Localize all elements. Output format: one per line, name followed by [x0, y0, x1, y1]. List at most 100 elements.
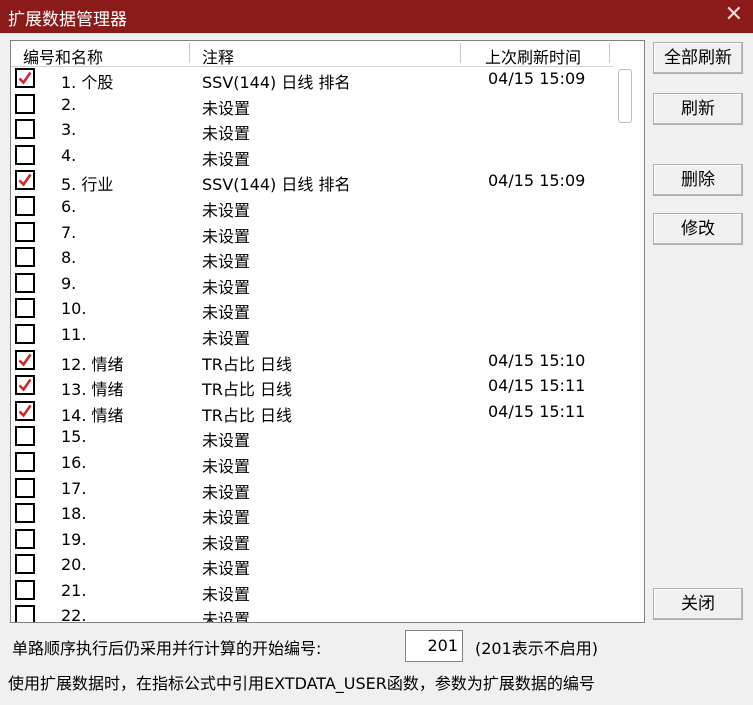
list-item[interactable]: 17. 未设置 [11, 476, 615, 502]
row-name: 14. 情绪 [61, 405, 124, 425]
refresh-all-button[interactable]: 全部刷新 [653, 42, 743, 74]
list-item[interactable]: 13. 情绪 TR占比 日线 04/15 15:11 [11, 373, 615, 399]
row-checkbox[interactable] [15, 579, 35, 600]
row-checkbox[interactable] [15, 93, 35, 114]
row-refresh-time: 04/15 15:10 [488, 350, 586, 370]
list-item[interactable]: 22. 未设置 [11, 603, 615, 623]
list-item[interactable]: 4. 未设置 [11, 143, 615, 169]
list-item[interactable]: 16. 未设置 [11, 450, 615, 476]
delete-button[interactable]: 删除 [653, 164, 743, 196]
row-note: 未设置 [202, 482, 251, 502]
checkmark-icon [18, 71, 32, 85]
row-note: SSV(144) 日线 排名 [202, 175, 351, 195]
row-note: 未设置 [202, 124, 251, 144]
parallel-start-label: 单路顺序执行后仍采用并行计算的开始编号: [12, 639, 322, 658]
title-bar: 扩展数据管理器 ✕ [0, 0, 753, 33]
column-divider[interactable] [460, 43, 461, 63]
refresh-button[interactable]: 刷新 [653, 93, 743, 125]
row-note: TR占比 日线 [202, 380, 292, 400]
row-name: 5. 行业 [61, 175, 114, 195]
row-note: 未设置 [202, 559, 251, 579]
row-note: 未设置 [202, 431, 251, 451]
row-checkbox[interactable] [15, 298, 35, 319]
column-divider[interactable] [189, 43, 190, 63]
scrollbar-thumb[interactable] [618, 69, 632, 123]
row-checkbox[interactable] [15, 195, 35, 216]
list-item[interactable]: 14. 情绪 TR占比 日线 04/15 15:11 [11, 399, 615, 425]
column-divider[interactable] [609, 43, 610, 63]
row-checkbox[interactable] [15, 68, 35, 88]
row-note: 未设置 [202, 303, 251, 323]
row-checkbox[interactable] [15, 400, 35, 421]
list-item[interactable]: 15. 未设置 [11, 424, 615, 450]
row-note: 未设置 [202, 252, 251, 272]
checkmark-icon [18, 378, 32, 392]
list-item[interactable]: 6. 未设置 [11, 194, 615, 220]
window-title: 扩展数据管理器 [8, 10, 127, 30]
row-name: 1. 个股 [61, 73, 114, 92]
list-item[interactable]: 19. 未设置 [11, 527, 615, 553]
row-checkbox[interactable] [15, 221, 35, 242]
row-name: 9. [61, 273, 77, 293]
row-note: 未设置 [202, 508, 251, 528]
list-item[interactable]: 5. 行业 SSV(144) 日线 排名 04/15 15:09 [11, 168, 615, 194]
column-header-name[interactable]: 编号和名称 [23, 44, 103, 68]
row-checkbox[interactable] [15, 119, 35, 140]
row-name: 22. [61, 606, 87, 623]
row-checkbox[interactable] [15, 554, 35, 575]
list-item[interactable]: 3. 未设置 [11, 117, 615, 143]
list-item[interactable]: 9. 未设置 [11, 271, 615, 297]
row-refresh-time: 04/15 15:09 [488, 171, 586, 191]
vertical-scrollbar[interactable] [615, 66, 643, 622]
parallel-start-input[interactable]: 201 [405, 630, 463, 662]
column-header-time[interactable]: 上次刷新时间 [485, 44, 581, 68]
extdata-list[interactable]: 编号和名称 注释 上次刷新时间 1. 个股 SSV(144) 日线 排名 04/15… [10, 40, 645, 623]
row-name: 17. [61, 478, 87, 498]
row-checkbox[interactable] [15, 272, 35, 293]
row-name: 3. [61, 120, 77, 140]
checkmark-icon [18, 353, 32, 367]
row-note: 未设置 [202, 533, 251, 553]
row-checkbox[interactable] [15, 323, 35, 344]
row-checkbox[interactable] [15, 477, 35, 498]
row-checkbox[interactable] [15, 503, 35, 524]
list-item[interactable]: 21. 未设置 [11, 578, 615, 604]
list-item[interactable]: 1. 个股 SSV(144) 日线 排名 04/15 15:09 [11, 66, 615, 92]
row-refresh-time: 04/15 15:11 [488, 376, 586, 396]
checkmark-icon [18, 404, 32, 418]
list-item[interactable]: 8. 未设置 [11, 245, 615, 271]
row-checkbox[interactable] [15, 375, 35, 396]
row-checkbox[interactable] [15, 349, 35, 370]
row-note: SSV(144) 日线 排名 [202, 73, 351, 92]
list-item[interactable]: 11. 未设置 [11, 322, 615, 348]
row-note: 未设置 [202, 456, 251, 476]
row-name: 8. [61, 248, 77, 268]
row-checkbox[interactable] [15, 451, 35, 472]
close-button[interactable]: 关闭 [653, 588, 743, 620]
list-item[interactable]: 7. 未设置 [11, 220, 615, 246]
list-item[interactable]: 18. 未设置 [11, 501, 615, 527]
list-item[interactable]: 2. 未设置 [11, 92, 615, 118]
row-checkbox[interactable] [15, 170, 35, 191]
list-rows: 1. 个股 SSV(144) 日线 排名 04/15 15:09 2. 未设置 3. 未设置… [11, 66, 615, 623]
row-checkbox[interactable] [15, 605, 35, 622]
row-name: 6. [61, 196, 77, 216]
close-icon[interactable]: ✕ [725, 2, 743, 27]
row-note: 未设置 [202, 610, 251, 623]
row-name: 4. [61, 145, 77, 165]
row-checkbox[interactable] [15, 528, 35, 549]
list-item[interactable]: 20. 未设置 [11, 552, 615, 578]
row-note: 未设置 [202, 226, 251, 246]
list-item[interactable]: 12. 情绪 TR占比 日线 04/15 15:10 [11, 348, 615, 374]
row-checkbox[interactable] [15, 426, 35, 447]
row-name: 2. [61, 94, 77, 114]
checkmark-icon [18, 174, 32, 187]
column-header-note[interactable]: 注释 [202, 44, 234, 68]
modify-button[interactable]: 修改 [653, 213, 743, 245]
row-checkbox[interactable] [15, 144, 35, 165]
row-refresh-time: 04/15 15:11 [488, 401, 586, 421]
row-checkbox[interactable] [15, 247, 35, 268]
row-name: 16. [61, 452, 87, 472]
list-item[interactable]: 10. 未设置 [11, 296, 615, 322]
row-refresh-time: 04/15 15:09 [488, 69, 586, 88]
